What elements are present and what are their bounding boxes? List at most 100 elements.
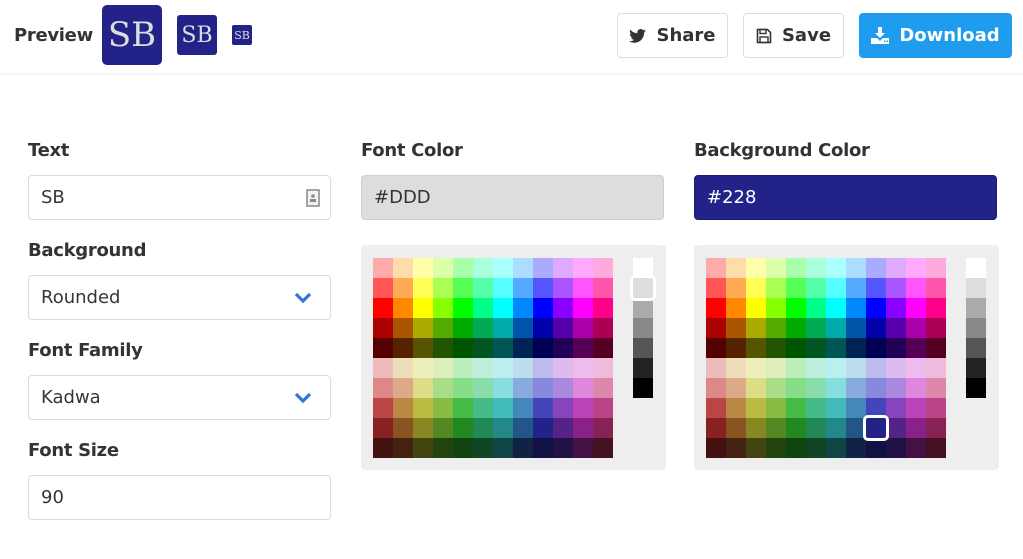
color-swatch[interactable]: [826, 338, 846, 358]
color-swatch[interactable]: [846, 258, 866, 278]
color-swatch[interactable]: [746, 378, 766, 398]
color-swatch[interactable]: [846, 358, 866, 378]
color-swatch[interactable]: [593, 398, 613, 418]
color-swatch[interactable]: [886, 378, 906, 398]
color-swatch[interactable]: [493, 258, 513, 278]
color-swatch[interactable]: [453, 398, 473, 418]
color-swatch[interactable]: [766, 278, 786, 298]
color-swatch[interactable]: [926, 298, 946, 318]
color-swatch[interactable]: [433, 338, 453, 358]
text-input[interactable]: SB: [28, 175, 331, 220]
color-swatch[interactable]: [433, 258, 453, 278]
color-swatch[interactable]: [573, 378, 593, 398]
color-swatch[interactable]: [766, 418, 786, 438]
color-swatch[interactable]: [766, 318, 786, 338]
color-swatch[interactable]: [706, 258, 726, 278]
color-swatch[interactable]: [593, 338, 613, 358]
font-size-input[interactable]: 90: [28, 475, 331, 520]
color-swatch[interactable]: [706, 298, 726, 318]
color-swatch[interactable]: [453, 358, 473, 378]
color-swatch[interactable]: [906, 378, 926, 398]
color-swatch[interactable]: [393, 398, 413, 418]
color-swatch[interactable]: [513, 258, 533, 278]
color-swatch[interactable]: [533, 418, 553, 438]
color-swatch[interactable]: [453, 338, 473, 358]
color-swatch[interactable]: [886, 418, 906, 438]
color-swatch[interactable]: [786, 298, 806, 318]
color-swatch[interactable]: [866, 358, 886, 378]
color-swatch[interactable]: [863, 415, 889, 441]
font-family-select[interactable]: Kadwa: [28, 375, 331, 420]
color-swatch[interactable]: [846, 338, 866, 358]
color-swatch[interactable]: [433, 418, 453, 438]
color-swatch[interactable]: [706, 318, 726, 338]
color-swatch[interactable]: [473, 298, 493, 318]
color-swatch[interactable]: [746, 398, 766, 418]
color-swatch[interactable]: [766, 378, 786, 398]
color-swatch[interactable]: [493, 398, 513, 418]
color-swatch[interactable]: [786, 358, 806, 378]
color-swatch[interactable]: [493, 278, 513, 298]
color-swatch[interactable]: [493, 298, 513, 318]
color-swatch[interactable]: [533, 358, 553, 378]
color-swatch[interactable]: [866, 338, 886, 358]
color-swatch[interactable]: [573, 298, 593, 318]
color-swatch[interactable]: [373, 318, 393, 338]
color-swatch[interactable]: [846, 298, 866, 318]
color-swatch[interactable]: [593, 418, 613, 438]
color-swatch[interactable]: [926, 398, 946, 418]
color-swatch[interactable]: [786, 338, 806, 358]
color-swatch[interactable]: [473, 258, 493, 278]
color-swatch[interactable]: [906, 278, 926, 298]
color-swatch[interactable]: [513, 358, 533, 378]
color-swatch[interactable]: [553, 438, 573, 458]
color-swatch[interactable]: [433, 438, 453, 458]
color-swatch[interactable]: [433, 378, 453, 398]
grayscale-swatch[interactable]: [630, 275, 656, 301]
color-swatch[interactable]: [393, 438, 413, 458]
color-swatch[interactable]: [906, 438, 926, 458]
color-swatch[interactable]: [846, 378, 866, 398]
color-swatch[interactable]: [726, 418, 746, 438]
color-swatch[interactable]: [513, 398, 533, 418]
color-swatch[interactable]: [846, 318, 866, 338]
color-swatch[interactable]: [373, 398, 393, 418]
color-swatch[interactable]: [593, 258, 613, 278]
color-swatch[interactable]: [926, 358, 946, 378]
color-swatch[interactable]: [513, 298, 533, 318]
color-swatch[interactable]: [766, 338, 786, 358]
color-swatch[interactable]: [866, 318, 886, 338]
color-swatch[interactable]: [393, 338, 413, 358]
color-swatch[interactable]: [413, 358, 433, 378]
color-swatch[interactable]: [533, 298, 553, 318]
color-swatch[interactable]: [926, 418, 946, 438]
color-swatch[interactable]: [373, 358, 393, 378]
color-swatch[interactable]: [886, 438, 906, 458]
color-swatch[interactable]: [926, 258, 946, 278]
color-swatch[interactable]: [513, 418, 533, 438]
color-swatch[interactable]: [726, 378, 746, 398]
color-swatch[interactable]: [746, 318, 766, 338]
color-swatch[interactable]: [886, 298, 906, 318]
color-swatch[interactable]: [553, 378, 573, 398]
grayscale-swatch[interactable]: [633, 358, 653, 378]
grayscale-swatch[interactable]: [966, 298, 986, 318]
color-swatch[interactable]: [413, 398, 433, 418]
color-swatch[interactable]: [766, 258, 786, 278]
color-swatch[interactable]: [826, 298, 846, 318]
color-swatch[interactable]: [746, 278, 766, 298]
color-swatch[interactable]: [413, 258, 433, 278]
color-swatch[interactable]: [846, 278, 866, 298]
color-swatch[interactable]: [706, 338, 726, 358]
color-swatch[interactable]: [453, 418, 473, 438]
color-swatch[interactable]: [473, 378, 493, 398]
color-swatch[interactable]: [433, 398, 453, 418]
color-swatch[interactable]: [766, 398, 786, 418]
color-swatch[interactable]: [453, 438, 473, 458]
grayscale-swatch[interactable]: [633, 338, 653, 358]
color-swatch[interactable]: [926, 338, 946, 358]
color-swatch[interactable]: [826, 418, 846, 438]
color-swatch[interactable]: [393, 358, 413, 378]
color-swatch[interactable]: [473, 338, 493, 358]
color-swatch[interactable]: [906, 338, 926, 358]
